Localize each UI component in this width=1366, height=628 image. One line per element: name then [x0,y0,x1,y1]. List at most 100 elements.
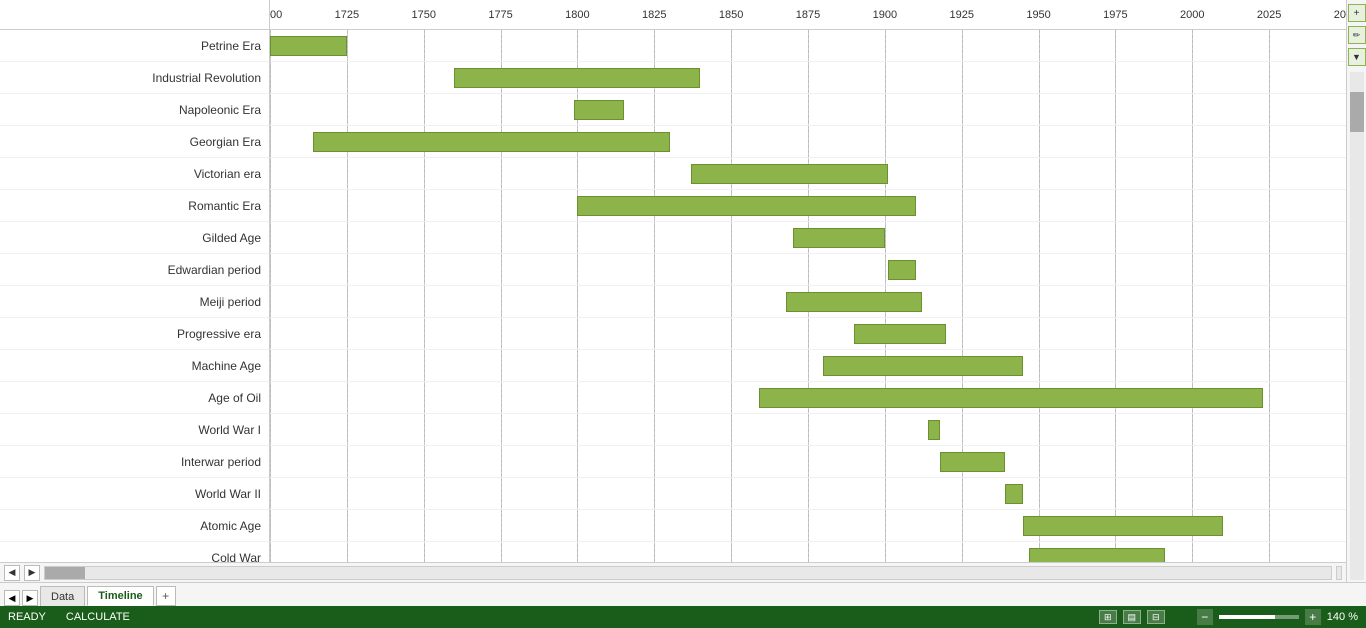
bar-0[interactable] [270,36,347,56]
row-label-8: Meiji period [0,286,269,318]
row-label-13: Interwar period [0,446,269,478]
bar-14[interactable] [1005,484,1023,504]
print-view-btn[interactable]: ▤ [1123,610,1141,624]
row-label-3: Georgian Era [0,126,269,158]
bar-row-5 [270,190,1346,222]
horizontal-scrollbar[interactable] [44,566,1332,580]
row-label-9: Progressive era [0,318,269,350]
bar-row-9 [270,318,1346,350]
vertical-scrollbar[interactable] [1350,72,1364,580]
bar-row-4 [270,158,1346,190]
bar-5[interactable] [577,196,915,216]
axis-tick-2050: 2050 [1334,0,1346,29]
bar-row-10 [270,350,1346,382]
tab-prev-btn[interactable]: ◀ [4,590,20,606]
bar-3[interactable] [313,132,670,152]
bar-4[interactable] [691,164,888,184]
bar-row-3 [270,126,1346,158]
right-panel: + ✏ ▼ [1346,0,1366,582]
axis-tick-2025: 2025 [1257,0,1281,29]
tab-next-btn[interactable]: ▶ [22,590,38,606]
ready-status: READY [8,611,46,623]
chart-body[interactable]: Petrine EraIndustrial RevolutionNapoleon… [0,30,1346,562]
add-row-btn[interactable]: + [1348,4,1366,22]
bar-row-1 [270,62,1346,94]
row-labels: Petrine EraIndustrial RevolutionNapoleon… [0,30,270,562]
bar-12[interactable] [928,420,940,440]
chart-container: 1700 1725 1750 1775 1800 1825 1850 1875 1900 1925… [0,0,1346,582]
filter-icon[interactable]: ▼ [1348,48,1366,66]
page-view-btn[interactable]: ⊟ [1147,610,1165,624]
axis-tick-1775: 1775 [488,0,512,29]
tab-timeline[interactable]: Timeline [87,586,153,606]
zoom-slider-fill [1219,615,1275,619]
grid-view-btn[interactable]: ⊞ [1099,610,1117,624]
zoom-in-btn[interactable]: + [1305,609,1321,625]
bar-row-7 [270,254,1346,286]
row-label-0: Petrine Era [0,30,269,62]
row-label-7: Edwardian period [0,254,269,286]
bar-row-12 [270,414,1346,446]
row-label-4: Victorian era [0,158,269,190]
pen-icon[interactable]: ✏ [1348,26,1366,44]
scroll-right-btn[interactable]: ▶ [24,565,40,581]
row-label-5: Romantic Era [0,190,269,222]
bar-row-0 [270,30,1346,62]
tab-bar: ◀ ▶ Data Timeline + [0,582,1366,606]
axis-tick-1700: 1700 [270,0,282,29]
add-sheet-btn[interactable]: + [156,586,176,606]
axis-tick-1975: 1975 [1103,0,1127,29]
bottom-scrollbar: ◀ ▶ [0,562,1346,582]
scroll-left-btn[interactable]: ◀ [4,565,20,581]
bar-2[interactable] [574,100,623,120]
axis-tick-1800: 1800 [565,0,589,29]
axis-header: 1700 1725 1750 1775 1800 1825 1850 1875 1900 1925… [0,0,1346,30]
bar-15[interactable] [1023,516,1223,536]
axis-tick-1900: 1900 [873,0,897,29]
bar-9[interactable] [854,324,946,344]
bar-1[interactable] [454,68,700,88]
bar-row-15 [270,510,1346,542]
row-label-11: Age of Oil [0,382,269,414]
axis-tick-1725: 1725 [335,0,359,29]
bar-6[interactable] [793,228,885,248]
bar-8[interactable] [786,292,921,312]
vscroll-thumb [1350,92,1364,132]
row-labels-header [0,0,270,29]
zoom-level: 140 % [1327,611,1358,623]
row-label-6: Gilded Age [0,222,269,254]
tab-data[interactable]: Data [40,586,85,606]
status-left: READY CALCULATE [8,611,130,623]
row-label-12: World War I [0,414,269,446]
axis-tick-1925: 1925 [949,0,973,29]
calculate-status: CALCULATE [66,611,130,623]
row-label-10: Machine Age [0,350,269,382]
bar-row-11 [270,382,1346,414]
bars-area [270,30,1346,562]
bar-16[interactable] [1029,548,1164,562]
bar-13[interactable] [940,452,1005,472]
bar-7[interactable] [888,260,916,280]
status-bar: READY CALCULATE ⊞ ▤ ⊟ − + 140 % [0,606,1366,628]
zoom-out-btn[interactable]: − [1197,609,1213,625]
bar-11[interactable] [759,388,1263,408]
bar-row-13 [270,446,1346,478]
row-label-1: Industrial Revolution [0,62,269,94]
row-label-16: Cold War [0,542,269,562]
axis-ticks: 1700 1725 1750 1775 1800 1825 1850 1875 1900 1925… [270,0,1346,29]
axis-tick-1875: 1875 [796,0,820,29]
bar-row-6 [270,222,1346,254]
chart-area: 1700 1725 1750 1775 1800 1825 1850 1875 1900 1925… [0,0,1366,582]
bar-row-14 [270,478,1346,510]
axis-tick-1850: 1850 [719,0,743,29]
bar-row-8 [270,286,1346,318]
zoom-slider[interactable] [1219,615,1299,619]
scrollbar-corner [1336,566,1342,580]
axis-tick-2000: 2000 [1180,0,1204,29]
row-label-2: Napoleonic Era [0,94,269,126]
row-label-14: World War II [0,478,269,510]
axis-tick-1750: 1750 [411,0,435,29]
axis-tick-1825: 1825 [642,0,666,29]
scrollbar-thumb [45,567,85,579]
bar-10[interactable] [823,356,1023,376]
